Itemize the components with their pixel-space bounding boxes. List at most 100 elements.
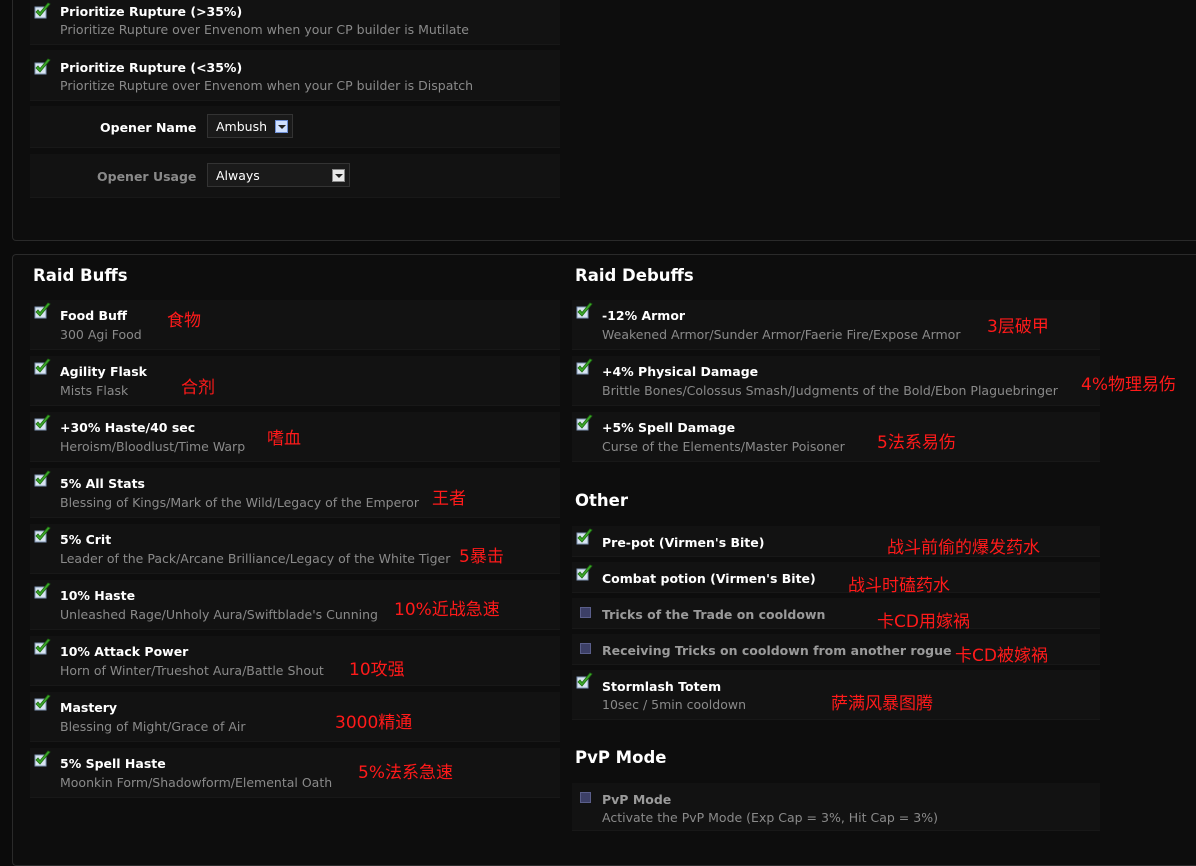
opener-name-label: Opener Name	[100, 120, 197, 135]
option-desc: Moonkin Form/Shadowform/Elemental Oath	[60, 775, 333, 790]
checkbox-unchecked-icon[interactable]	[580, 643, 591, 654]
option-title: 10% Haste	[60, 588, 136, 603]
option-title: -12% Armor	[602, 308, 686, 323]
option-title: +5% Spell Damage	[602, 420, 736, 435]
annotation-note: 萨满风暴图腾	[831, 694, 933, 714]
option-prioritize-rupture-low[interactable]: Prioritize Rupture (<35%) Prioritize Rup…	[30, 50, 560, 101]
annotation-note: 10攻强	[349, 660, 405, 680]
option-desc: Blessing of Might/Grace of Air	[60, 719, 246, 734]
option-prioritize-rupture-high[interactable]: Prioritize Rupture (>35%) Prioritize Rup…	[30, 0, 560, 45]
opener-usage-label: Opener Usage	[97, 169, 197, 184]
raid-buffs-title: Raid Buffs	[33, 266, 128, 285]
chevron-down-icon[interactable]	[275, 120, 288, 133]
option-title: Tricks of the Trade on cooldown	[602, 607, 826, 622]
annotation-note: 合剂	[181, 378, 215, 398]
annotation-note: 3层破甲	[987, 317, 1049, 337]
option-title: Prioritize Rupture (<35%)	[60, 60, 243, 75]
checkbox-checked-icon[interactable]	[32, 469, 52, 489]
option-title: Food Buff	[60, 308, 128, 323]
option-desc: Leader of the Pack/Arcane Brilliance/Leg…	[60, 551, 451, 566]
checkbox-checked-icon[interactable]	[574, 527, 594, 547]
option-title: Mastery	[60, 700, 118, 715]
opener-usage-row: Opener Usage Always	[30, 154, 560, 198]
annotation-note: 5暴击	[459, 547, 504, 567]
opener-name-value: Ambush	[216, 119, 268, 134]
option-title: Prioritize Rupture (>35%)	[60, 4, 243, 19]
annotation-note: 卡CD被嫁祸	[955, 646, 1048, 666]
option-title: +4% Physical Damage	[602, 364, 759, 379]
annotation-note: 战斗时磕药水	[848, 576, 950, 596]
option-title: Agility Flask	[60, 364, 147, 379]
opener-name-row: Opener Name Ambush	[30, 106, 560, 148]
checkbox-checked-icon[interactable]	[32, 57, 52, 77]
buff-food[interactable]: Food Buff 300 Agi Food	[30, 300, 560, 350]
buff-spell-haste[interactable]: 5% Spell Haste Moonkin Form/Shadowform/E…	[30, 748, 560, 798]
opener-name-select[interactable]: Ambush	[207, 114, 293, 138]
option-desc: Prioritize Rupture over Envenom when you…	[60, 78, 474, 93]
option-desc: Unleashed Rage/Unholy Aura/Swiftblade's …	[60, 607, 378, 622]
annotation-note: 卡CD用嫁祸	[877, 612, 970, 632]
other-title: Other	[575, 491, 628, 510]
raid-debuffs-title: Raid Debuffs	[575, 266, 694, 285]
option-title: 5% Crit	[60, 532, 112, 547]
annotation-note: 5%法系急速	[358, 763, 453, 783]
option-desc: 300 Agi Food	[60, 327, 142, 342]
checkbox-checked-icon[interactable]	[32, 357, 52, 377]
option-title: +30% Haste/40 sec	[60, 420, 196, 435]
option-desc: Prioritize Rupture over Envenom when you…	[60, 22, 469, 37]
checkbox-checked-icon[interactable]	[32, 693, 52, 713]
annotation-note: 10%近战急速	[394, 600, 500, 620]
option-title: Combat potion (Virmen's Bite)	[602, 571, 816, 586]
option-desc: Mists Flask	[60, 383, 129, 398]
opener-usage-select[interactable]: Always	[207, 163, 350, 187]
pvp-mode-title: PvP Mode	[575, 748, 667, 767]
checkbox-checked-icon[interactable]	[32, 749, 52, 769]
option-desc: Brittle Bones/Colossus Smash/Judgments o…	[602, 383, 1058, 398]
annotation-note: 5法系易伤	[877, 433, 956, 453]
checkbox-unchecked-icon[interactable]	[580, 607, 591, 618]
option-title: Stormlash Totem	[602, 679, 722, 694]
buff-all-stats[interactable]: 5% All Stats Blessing of Kings/Mark of t…	[30, 468, 560, 518]
chevron-down-icon[interactable]	[332, 169, 345, 182]
option-desc: Activate the PvP Mode (Exp Cap = 3%, Hit…	[602, 810, 938, 825]
checkbox-checked-icon[interactable]	[574, 301, 594, 321]
option-desc: Horn of Winter/Trueshot Aura/Battle Shou…	[60, 663, 324, 678]
other-combat-potion[interactable]: Combat potion (Virmen's Bite)	[572, 562, 1100, 593]
checkbox-checked-icon[interactable]	[32, 413, 52, 433]
option-title: 5% Spell Haste	[60, 756, 166, 771]
checkbox-checked-icon[interactable]	[574, 413, 594, 433]
annotation-note: 王者	[432, 489, 466, 509]
option-desc: Heroism/Bloodlust/Time Warp	[60, 439, 246, 454]
option-desc: Blessing of Kings/Mark of the Wild/Legac…	[60, 495, 419, 510]
annotation-note: 食物	[167, 311, 201, 331]
checkbox-checked-icon[interactable]	[32, 581, 52, 601]
debuff-physical-damage[interactable]: +4% Physical Damage Brittle Bones/Coloss…	[572, 356, 1100, 406]
checkbox-checked-icon[interactable]	[574, 671, 594, 691]
checkbox-checked-icon[interactable]	[32, 637, 52, 657]
checkbox-checked-icon[interactable]	[32, 525, 52, 545]
checkbox-checked-icon[interactable]	[574, 357, 594, 377]
annotation-note: 3000精通	[335, 713, 413, 733]
buff-agility-flask[interactable]: Agility Flask Mists Flask	[30, 356, 560, 406]
checkbox-unchecked-icon[interactable]	[580, 792, 591, 803]
option-desc: 10sec / 5min cooldown	[602, 697, 747, 712]
option-desc: Curse of the Elements/Master Poisoner	[602, 439, 845, 454]
option-title: 5% All Stats	[60, 476, 145, 491]
buff-attack-power[interactable]: 10% Attack Power Horn of Winter/Trueshot…	[30, 636, 560, 686]
annotation-note: 战斗前偷的爆发药水	[887, 538, 1040, 558]
debuff-spell-damage[interactable]: +5% Spell Damage Curse of the Elements/M…	[572, 412, 1100, 462]
option-title: Receiving Tricks on cooldown from anothe…	[602, 643, 952, 658]
opener-usage-value: Always	[216, 168, 260, 183]
other-tricks-cooldown[interactable]: Tricks of the Trade on cooldown	[572, 598, 1100, 629]
option-desc: Weakened Armor/Sunder Armor/Faerie Fire/…	[602, 327, 961, 342]
checkbox-checked-icon[interactable]	[574, 563, 594, 583]
option-title: PvP Mode	[602, 792, 672, 807]
checkbox-checked-icon[interactable]	[32, 301, 52, 321]
checkbox-checked-icon[interactable]	[32, 1, 52, 21]
annotation-note: 嗜血	[267, 429, 301, 449]
option-title: 10% Attack Power	[60, 644, 189, 659]
pvp-mode-option[interactable]: PvP Mode Activate the PvP Mode (Exp Cap …	[572, 783, 1100, 831]
buff-mastery[interactable]: Mastery Blessing of Might/Grace of Air	[30, 692, 560, 742]
annotation-note: 4%物理易伤	[1081, 375, 1176, 395]
option-title: Pre-pot (Virmen's Bite)	[602, 535, 765, 550]
